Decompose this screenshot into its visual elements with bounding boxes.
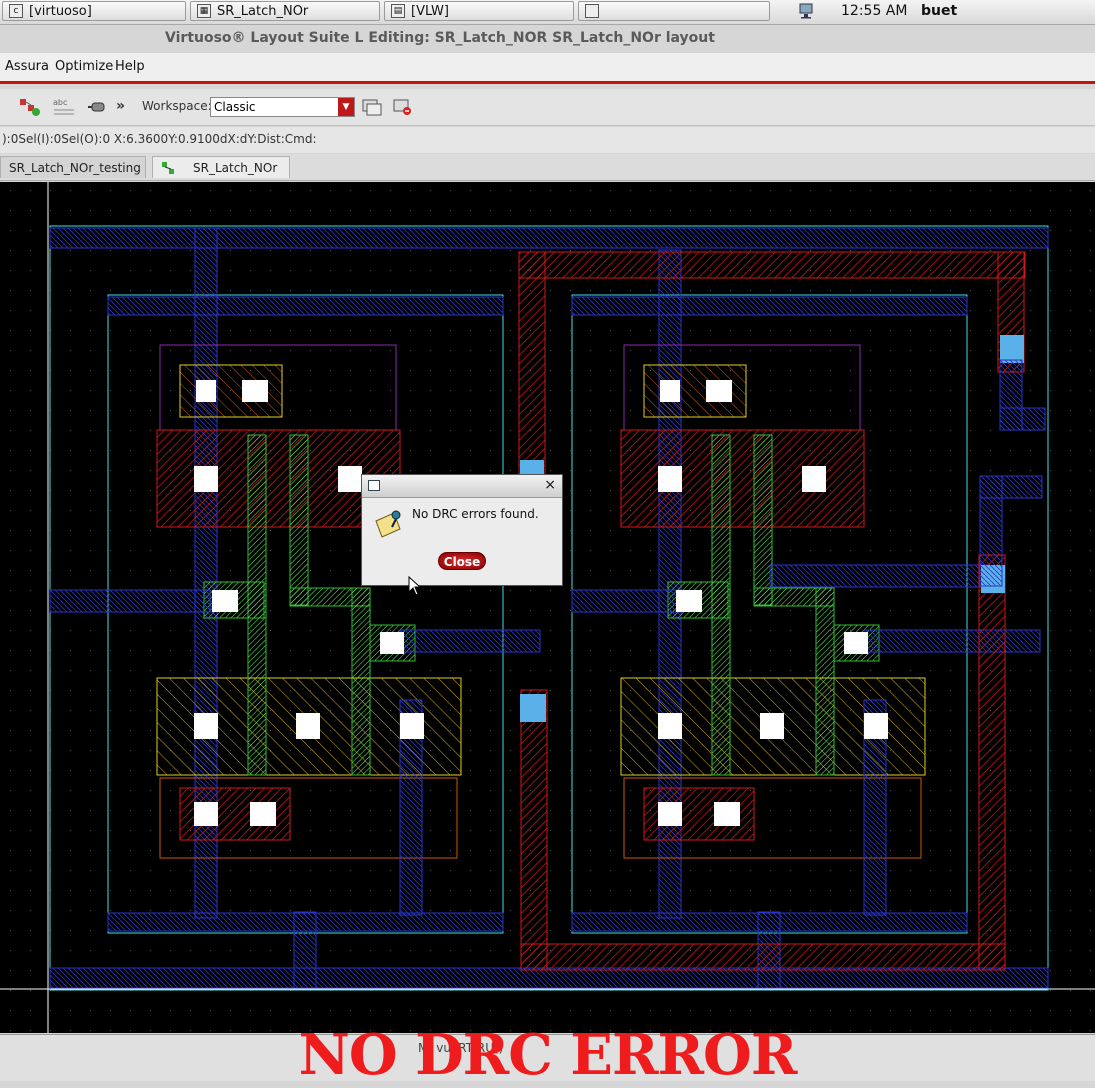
chevron-down-icon[interactable]: ▼ <box>338 98 354 116</box>
clock[interactable]: 12:55 AM <box>841 0 907 24</box>
menu-assura[interactable]: Assura <box>5 59 49 74</box>
window-icon <box>368 480 380 491</box>
taskbar: c [virtuoso] ▦ SR_Latch_NOr ▤ [VLW] 12:5… <box>0 0 1095 25</box>
task-virtuoso[interactable]: c [virtuoso] <box>2 1 186 21</box>
toolbar-more[interactable]: » <box>116 96 125 116</box>
menu-optimize[interactable]: Optimize <box>55 59 113 74</box>
terminal-icon: c <box>9 4 23 18</box>
workspace-delete-icon[interactable] <box>393 98 413 116</box>
pin-icon[interactable] <box>86 96 110 118</box>
task-label: SR_Latch_NOr <box>217 4 309 19</box>
tab-testing[interactable]: SR_Latch_NOr_testing <box>0 156 146 178</box>
network-icon[interactable] <box>798 3 818 19</box>
no-drc-error-caption: NO DRC ERROR <box>298 1022 798 1088</box>
window-title: Virtuoso® Layout Suite L Editing: SR_Lat… <box>165 30 715 46</box>
status-bar: ):0Sel(I):0Sel(O):0 X:6.3600Y:0.9100dX:d… <box>0 127 1095 153</box>
tab-label: SR_Latch_NOr <box>193 161 278 175</box>
close-button[interactable]: Close <box>438 552 486 570</box>
workspace-select[interactable]: Classic ▼ <box>210 97 355 117</box>
task-label: [VLW] <box>411 4 449 19</box>
layout-canvas[interactable] <box>0 182 1095 1033</box>
task-layout[interactable]: ▦ SR_Latch_NOr <box>190 1 380 21</box>
task-vlw[interactable]: ▤ [VLW] <box>384 1 574 21</box>
toolbar: abc » Workspace: Classic ▼ <box>0 89 1095 126</box>
vlw-window-icon: ▤ <box>391 4 405 18</box>
drc-dialog: × No DRC errors found. Close <box>361 474 563 586</box>
create-instance-icon[interactable] <box>18 96 42 118</box>
dialog-titlebar[interactable]: × <box>362 475 562 498</box>
layout-window-icon: ▦ <box>197 4 211 18</box>
task-blank[interactable] <box>578 1 770 21</box>
workspace-value: Classic <box>214 100 256 114</box>
mouse-cursor-icon <box>408 575 422 596</box>
tab-layout[interactable]: SR_Latch_NOr <box>152 156 290 178</box>
menu-bar: Assura Optimize Help <box>0 53 1095 84</box>
tab-bar: SR_Latch_NOr_testing SR_Latch_NOr <box>0 154 1095 181</box>
menu-help[interactable]: Help <box>115 59 145 74</box>
tab-label: SR_Latch_NOr_testing <box>9 161 141 175</box>
note-icon <box>372 507 406 541</box>
status-text: ):0Sel(I):0Sel(O):0 X:6.3600Y:0.9100dX:d… <box>2 132 317 146</box>
task-label: [virtuoso] <box>29 4 92 19</box>
workspace-save-icon[interactable] <box>362 98 382 116</box>
dialog-message: No DRC errors found. <box>412 507 539 521</box>
close-icon[interactable]: × <box>544 477 556 493</box>
workspace-label: Workspace: <box>142 99 212 113</box>
layout-tab-icon <box>161 160 175 174</box>
layout-drawing[interactable] <box>0 182 1095 1033</box>
user-name[interactable]: buet <box>921 0 957 24</box>
label-text-icon[interactable]: abc <box>52 96 76 118</box>
window-icon <box>585 4 599 18</box>
svg-text:abc: abc <box>53 98 67 107</box>
